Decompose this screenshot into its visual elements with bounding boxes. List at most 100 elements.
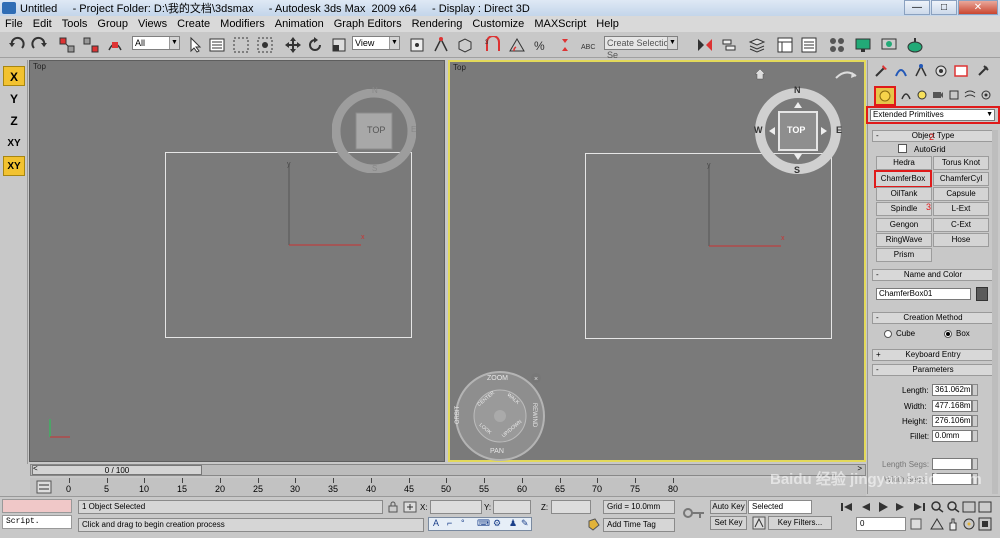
wheel-zoom[interactable]: ZOOM [487, 375, 508, 382]
cube-radio[interactable] [884, 330, 892, 338]
rendered-frame-window-icon[interactable] [880, 36, 898, 54]
key-filter-icon[interactable] [752, 516, 766, 530]
l-ext-button[interactable]: L-Ext [933, 202, 989, 216]
menu-file[interactable]: File [0, 18, 28, 30]
parameters-rollout-header[interactable]: - Parameters [872, 364, 994, 376]
viewport-top-right[interactable]: Top x y TOP N S E W × ZOOM PAN ORBIT REW… [448, 60, 866, 462]
width-spinner[interactable] [972, 400, 978, 412]
pan-view-icon[interactable] [946, 517, 960, 531]
compass-north[interactable]: N [794, 85, 801, 95]
zoom-all-icon[interactable] [946, 501, 960, 513]
restrict-xy-plane-button[interactable]: XY [3, 134, 25, 154]
spinner-snap-icon[interactable] [556, 36, 574, 54]
percent-snap-icon[interactable]: % [532, 36, 550, 54]
selection-filter-dropdown[interactable]: All ▼ [132, 36, 180, 50]
object-name-field[interactable]: ChamferBox01 [876, 288, 971, 300]
material-editor-icon[interactable] [828, 36, 846, 54]
frame-ruler[interactable]: 0 5 10 15 20 25 30 35 40 45 50 55 60 65 … [66, 478, 851, 496]
box-radio[interactable] [944, 330, 952, 338]
viewport-top-left[interactable]: Top x y TOP N S E [29, 60, 445, 462]
menu-rendering[interactable]: Rendering [407, 18, 468, 30]
capsule-button[interactable]: Capsule [933, 187, 989, 201]
ime-toolbar[interactable]: A ⌐ ° ⌨ ⚙ ♟ ✎ [428, 517, 532, 531]
link-icon[interactable] [58, 36, 76, 54]
auto-key-button[interactable]: Auto Key [710, 500, 747, 514]
edit-named-selection-icon[interactable]: ABC [580, 36, 598, 54]
pivot-center-icon[interactable] [408, 36, 426, 54]
length-spinner[interactable] [972, 384, 978, 396]
undo-icon[interactable] [8, 36, 26, 54]
bind-space-warp-icon[interactable] [106, 36, 124, 54]
curve-editor-icon[interactable] [776, 36, 794, 54]
compass-east[interactable]: E [836, 125, 842, 135]
width-field[interactable]: 477.168m [932, 400, 972, 412]
menu-help[interactable]: Help [591, 18, 624, 30]
play-icon[interactable] [876, 501, 890, 513]
layer-manager-icon[interactable] [748, 36, 766, 54]
viewport-label[interactable]: Top [33, 62, 46, 71]
rectangular-selection-icon[interactable] [232, 36, 250, 54]
viewport-label[interactable]: Top [453, 63, 466, 72]
time-tag-icon[interactable] [587, 518, 601, 531]
fillet-spinner[interactable] [972, 430, 978, 442]
hose-button[interactable]: Hose [933, 233, 989, 247]
creation-method-rollout-header[interactable]: - Creation Method [872, 312, 994, 324]
ime-full-width-icon[interactable]: ⌐ [447, 518, 452, 528]
restrict-x-button[interactable]: X [3, 66, 25, 86]
close-button[interactable]: ✕ [958, 0, 998, 15]
modify-tab-icon[interactable] [894, 64, 908, 78]
zoom-extents-all-icon[interactable] [978, 501, 992, 513]
systems-category-icon[interactable] [980, 89, 992, 101]
cameras-category-icon[interactable] [932, 89, 944, 101]
align-icon[interactable] [720, 36, 738, 54]
gengon-button[interactable]: Gengon [876, 218, 932, 232]
y-coordinate-field[interactable] [493, 500, 531, 514]
maximize-button[interactable]: □ [931, 0, 957, 15]
select-object-icon[interactable] [186, 36, 204, 54]
set-key-button[interactable]: Set Key [710, 516, 747, 530]
primitive-category-dropdown[interactable]: Extended Primitives ▼ [870, 109, 995, 121]
maxscript-mini-listener[interactable]: Script. [2, 515, 72, 529]
utilities-tab-icon[interactable] [976, 64, 990, 78]
ime-user-icon[interactable]: ♟ [509, 518, 517, 529]
menu-views[interactable]: Views [133, 18, 172, 30]
quick-render-icon[interactable] [906, 36, 924, 54]
viewcube-home-icon[interactable] [754, 68, 766, 80]
oiltank-button[interactable]: OilTank [876, 187, 932, 201]
menu-modifiers[interactable]: Modifiers [215, 18, 270, 30]
helpers-category-icon[interactable] [948, 89, 960, 101]
ime-mode-icon[interactable]: A [433, 518, 439, 528]
go-to-start-icon[interactable] [840, 501, 854, 513]
mini-curve-editor-icon[interactable] [36, 480, 52, 494]
go-to-end-icon[interactable] [912, 501, 926, 513]
window-crossing-icon[interactable] [256, 36, 274, 54]
restrict-y-button[interactable]: Y [3, 89, 25, 109]
z-coordinate-field[interactable] [551, 500, 591, 514]
menu-create[interactable]: Create [172, 18, 215, 30]
snaps-toggle-icon[interactable]: 3 [484, 36, 502, 54]
space-warps-category-icon[interactable] [964, 89, 976, 101]
menu-edit[interactable]: Edit [28, 18, 57, 30]
ringwave-button[interactable]: RingWave [876, 233, 932, 247]
chamfercyl-button[interactable]: ChamferCyl [933, 172, 989, 186]
motion-tab-icon[interactable] [934, 64, 948, 78]
hierarchy-tab-icon[interactable] [914, 64, 928, 78]
menu-animation[interactable]: Animation [270, 18, 329, 30]
keyboard-entry-rollout-header[interactable]: + Keyboard Entry [872, 349, 994, 361]
viewcube-face-label[interactable]: TOP [787, 125, 805, 135]
zoom-extents-icon[interactable] [962, 501, 976, 513]
restrict-plane-cycle-button[interactable]: XY [3, 156, 25, 176]
menu-graph-editors[interactable]: Graph Editors [329, 18, 407, 30]
add-time-tag[interactable]: Add Time Tag [603, 518, 675, 532]
length-field[interactable]: 361.062m [932, 384, 972, 396]
height-field[interactable]: 276.106m [932, 415, 972, 427]
compass-south[interactable]: S [794, 165, 800, 175]
wheel-rewind[interactable]: REWIND [531, 403, 537, 427]
ime-punctuation-icon[interactable]: ° [461, 518, 465, 528]
named-selection-dropdown[interactable]: Create Selection Se ▼ [604, 36, 678, 60]
c-ext-button[interactable]: C-Ext [933, 218, 989, 232]
hedra-button[interactable]: Hedra [876, 156, 932, 170]
time-slider-prev-icon[interactable]: < [33, 464, 38, 473]
scale-icon[interactable] [330, 36, 348, 54]
zoom-icon[interactable] [930, 501, 944, 513]
